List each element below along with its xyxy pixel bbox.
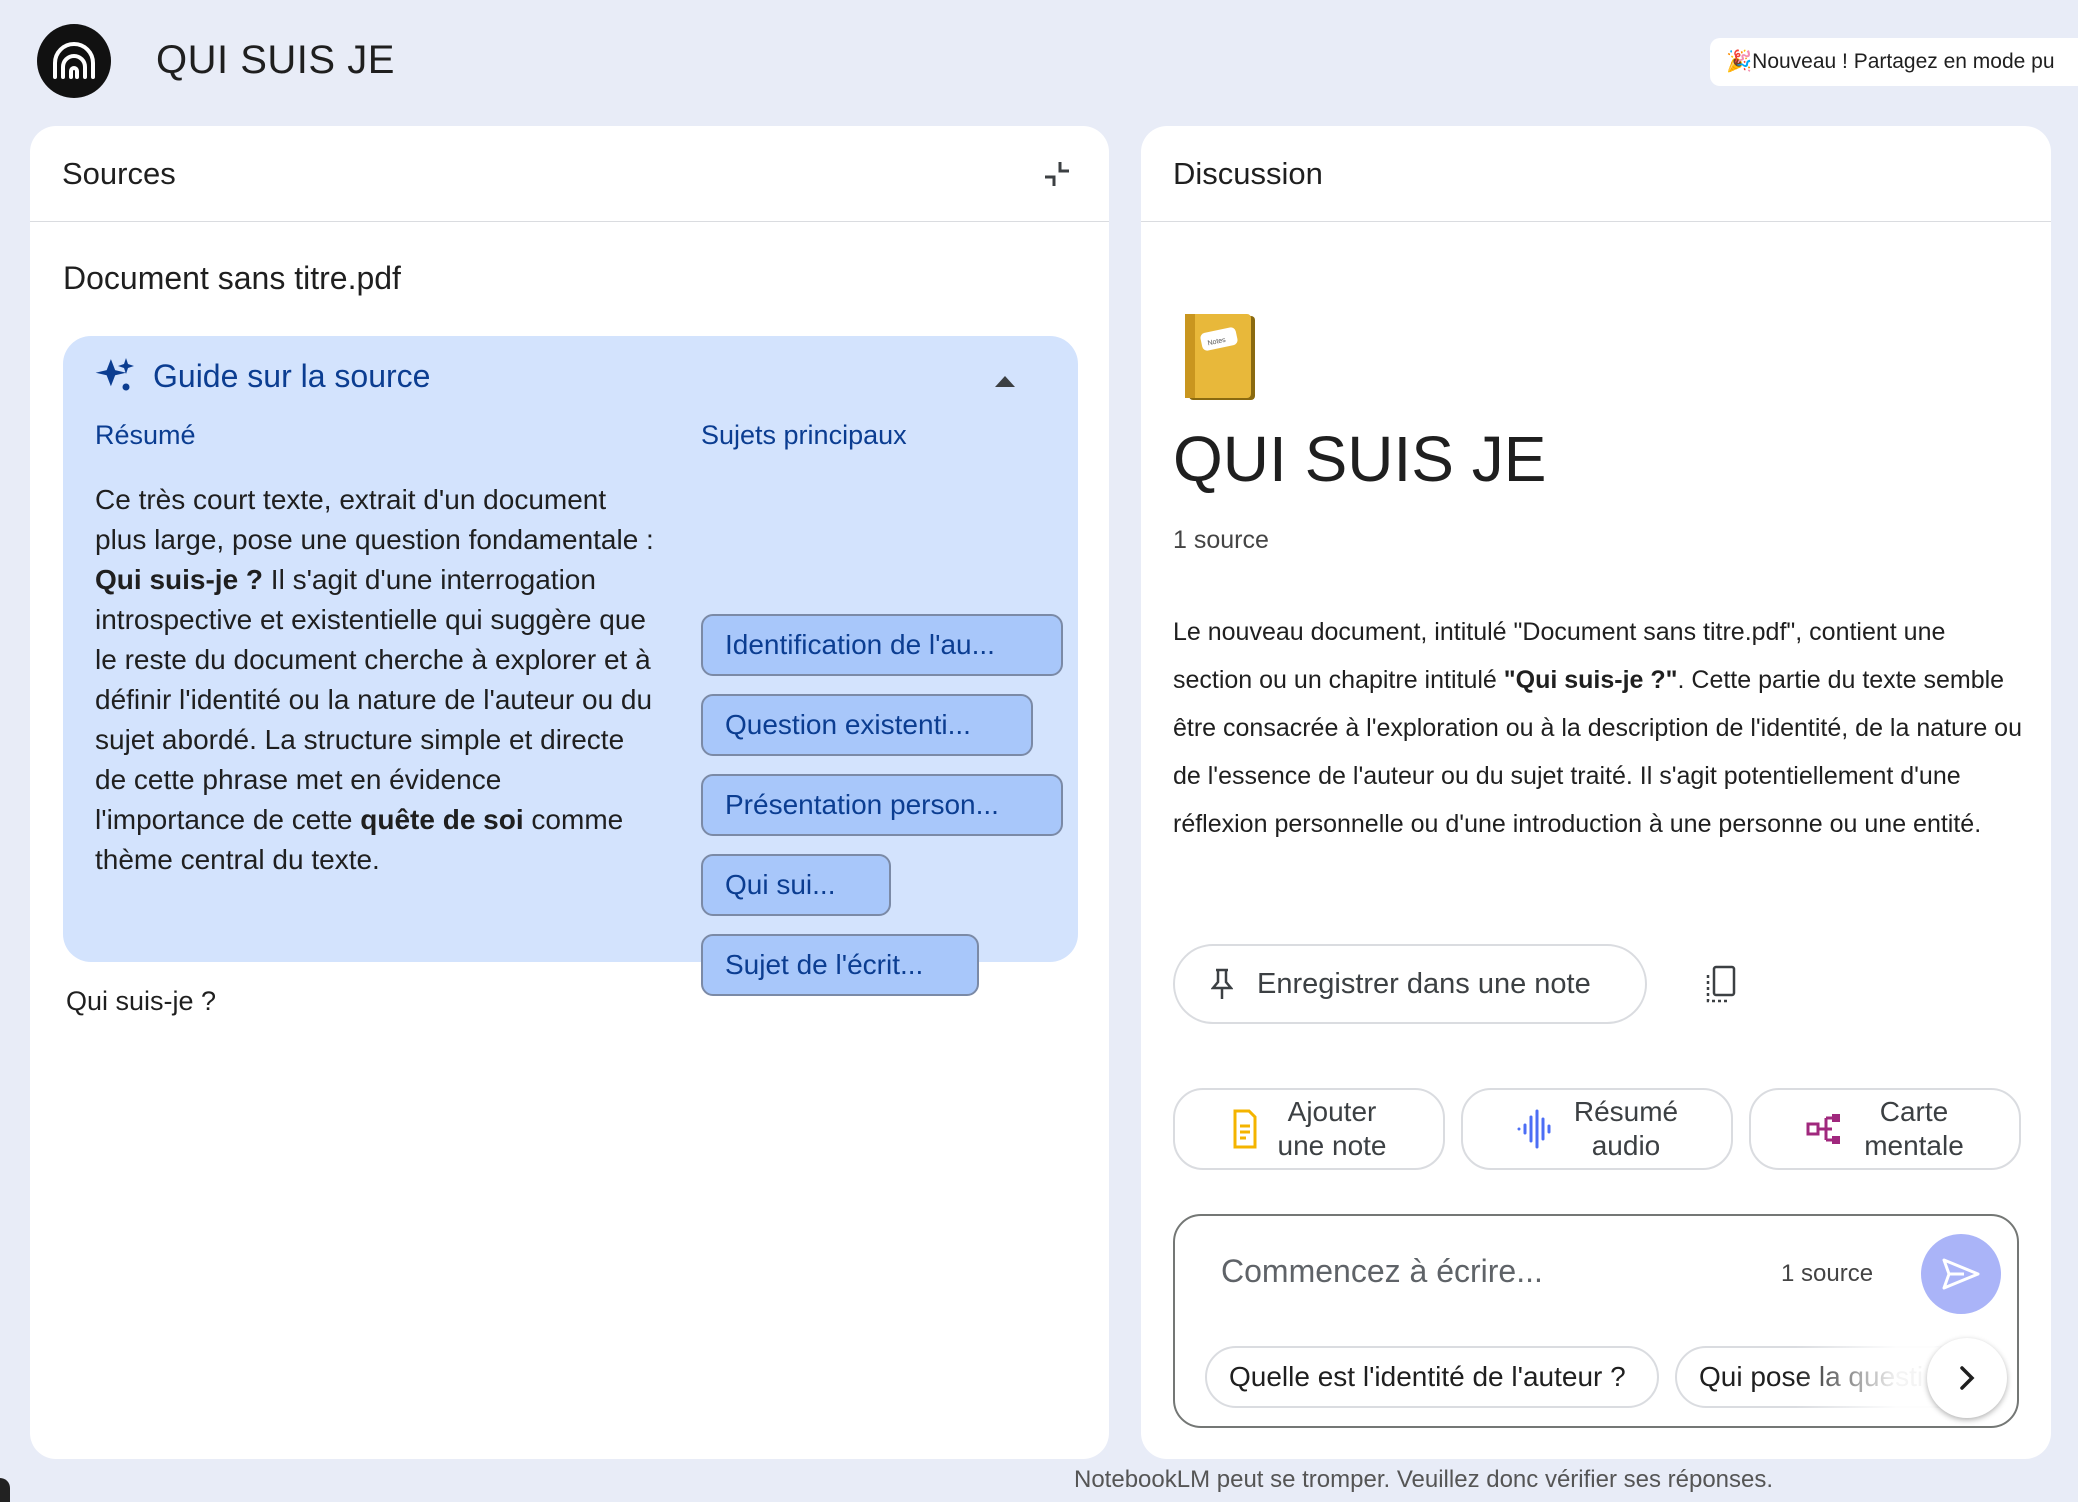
copy-button[interactable] [1695,960,1745,1010]
save-to-note-label: Enregistrer dans une note [1257,967,1591,1000]
document-title: Document sans titre.pdf [63,260,401,296]
topic-chip[interactable]: Identification de l'au... [701,614,1063,676]
collapse-panel-button[interactable] [1037,154,1077,194]
audio-waveform-icon [1517,1109,1551,1149]
sources-header: Sources [30,126,1109,222]
add-note-button[interactable]: Ajouter une note [1173,1088,1445,1170]
app-logo[interactable] [37,24,111,98]
suggested-question[interactable]: Quelle est l'identité de l'auteur ? [1205,1346,1659,1408]
sources-title: Sources [62,155,176,191]
topics-label: Sujets principaux [701,420,907,450]
mind-map-button[interactable]: Carte mentale [1749,1088,2021,1170]
caret-up-icon [995,376,1015,387]
mind-map-icon [1806,1114,1841,1144]
audio-overview-label: Résumé audio [1573,1096,1679,1161]
composer-source-count: 1 source [1781,1260,1874,1287]
note-icon [1233,1109,1256,1149]
chat-input[interactable] [1219,1244,1739,1298]
guide-summary: Ce très court texte, extrait d'un docume… [95,484,654,875]
notebook-heading: QUI SUIS JE [1173,423,1547,495]
source-guide-title: Guide sur la source [153,357,431,394]
topic-chip[interactable]: Qui sui... [701,854,891,916]
window-corner [0,1478,10,1502]
sources-panel: Sources Document sans titre.pdf Guide su… [30,126,1109,1459]
copy-icon [1706,965,1736,1003]
topic-chip[interactable]: Présentation person... [701,774,1063,836]
mind-map-label: Carte mentale [1864,1096,1964,1161]
notebook-summary: Le nouveau document, intitulé "Document … [1173,618,2022,838]
discussion-header: Discussion [1141,126,2051,222]
send-icon [1942,1258,1980,1290]
sparkle-icon [95,358,134,391]
document-content: Qui suis-je ? [66,986,217,1016]
pin-icon [1211,968,1233,999]
send-button[interactable] [1921,1234,2001,1314]
save-to-note-button[interactable]: Enregistrer dans une note [1173,944,1647,1024]
notebook-title[interactable]: QUI SUIS JE [156,38,395,83]
suggested-question[interactable]: Qui pose la questi [1675,1346,1965,1408]
disclaimer: NotebookLM peut se tromper. Veuillez don… [1074,1466,1774,1493]
discussion-panel: Discussion Notes QUI SUIS JE 1 source Le… [1141,126,2051,1459]
chat-composer: 1 source Quelle est l'identité de l'aute… [1173,1214,2019,1428]
source-guide-header[interactable]: Guide sur la source [95,356,430,396]
source-guide: Guide sur la source Résumé Sujets princi… [63,336,1078,996]
source-count: 1 source [1173,526,1269,554]
collapse-panel-icon [1045,161,1069,186]
summary-label: Résumé [95,420,196,450]
share-banner[interactable]: 🎉Nouveau ! Partagez en mode pu [1710,38,2078,86]
topic-chip[interactable]: Question existenti... [701,694,1033,756]
next-suggestions-button[interactable] [1927,1338,2007,1418]
audio-overview-button[interactable]: Résumé audio [1461,1088,1733,1170]
topic-chip[interactable]: Sujet de l'écrit... [701,934,979,996]
add-note-label: Ajouter une note [1277,1096,1387,1161]
discussion-title: Discussion [1173,155,1323,191]
notebooklm-logo-icon [53,42,95,79]
notebook-icon: Notes [1181,312,1259,409]
chevron-right-icon [1960,1366,1975,1390]
toggle-guide-button[interactable] [990,366,1020,396]
